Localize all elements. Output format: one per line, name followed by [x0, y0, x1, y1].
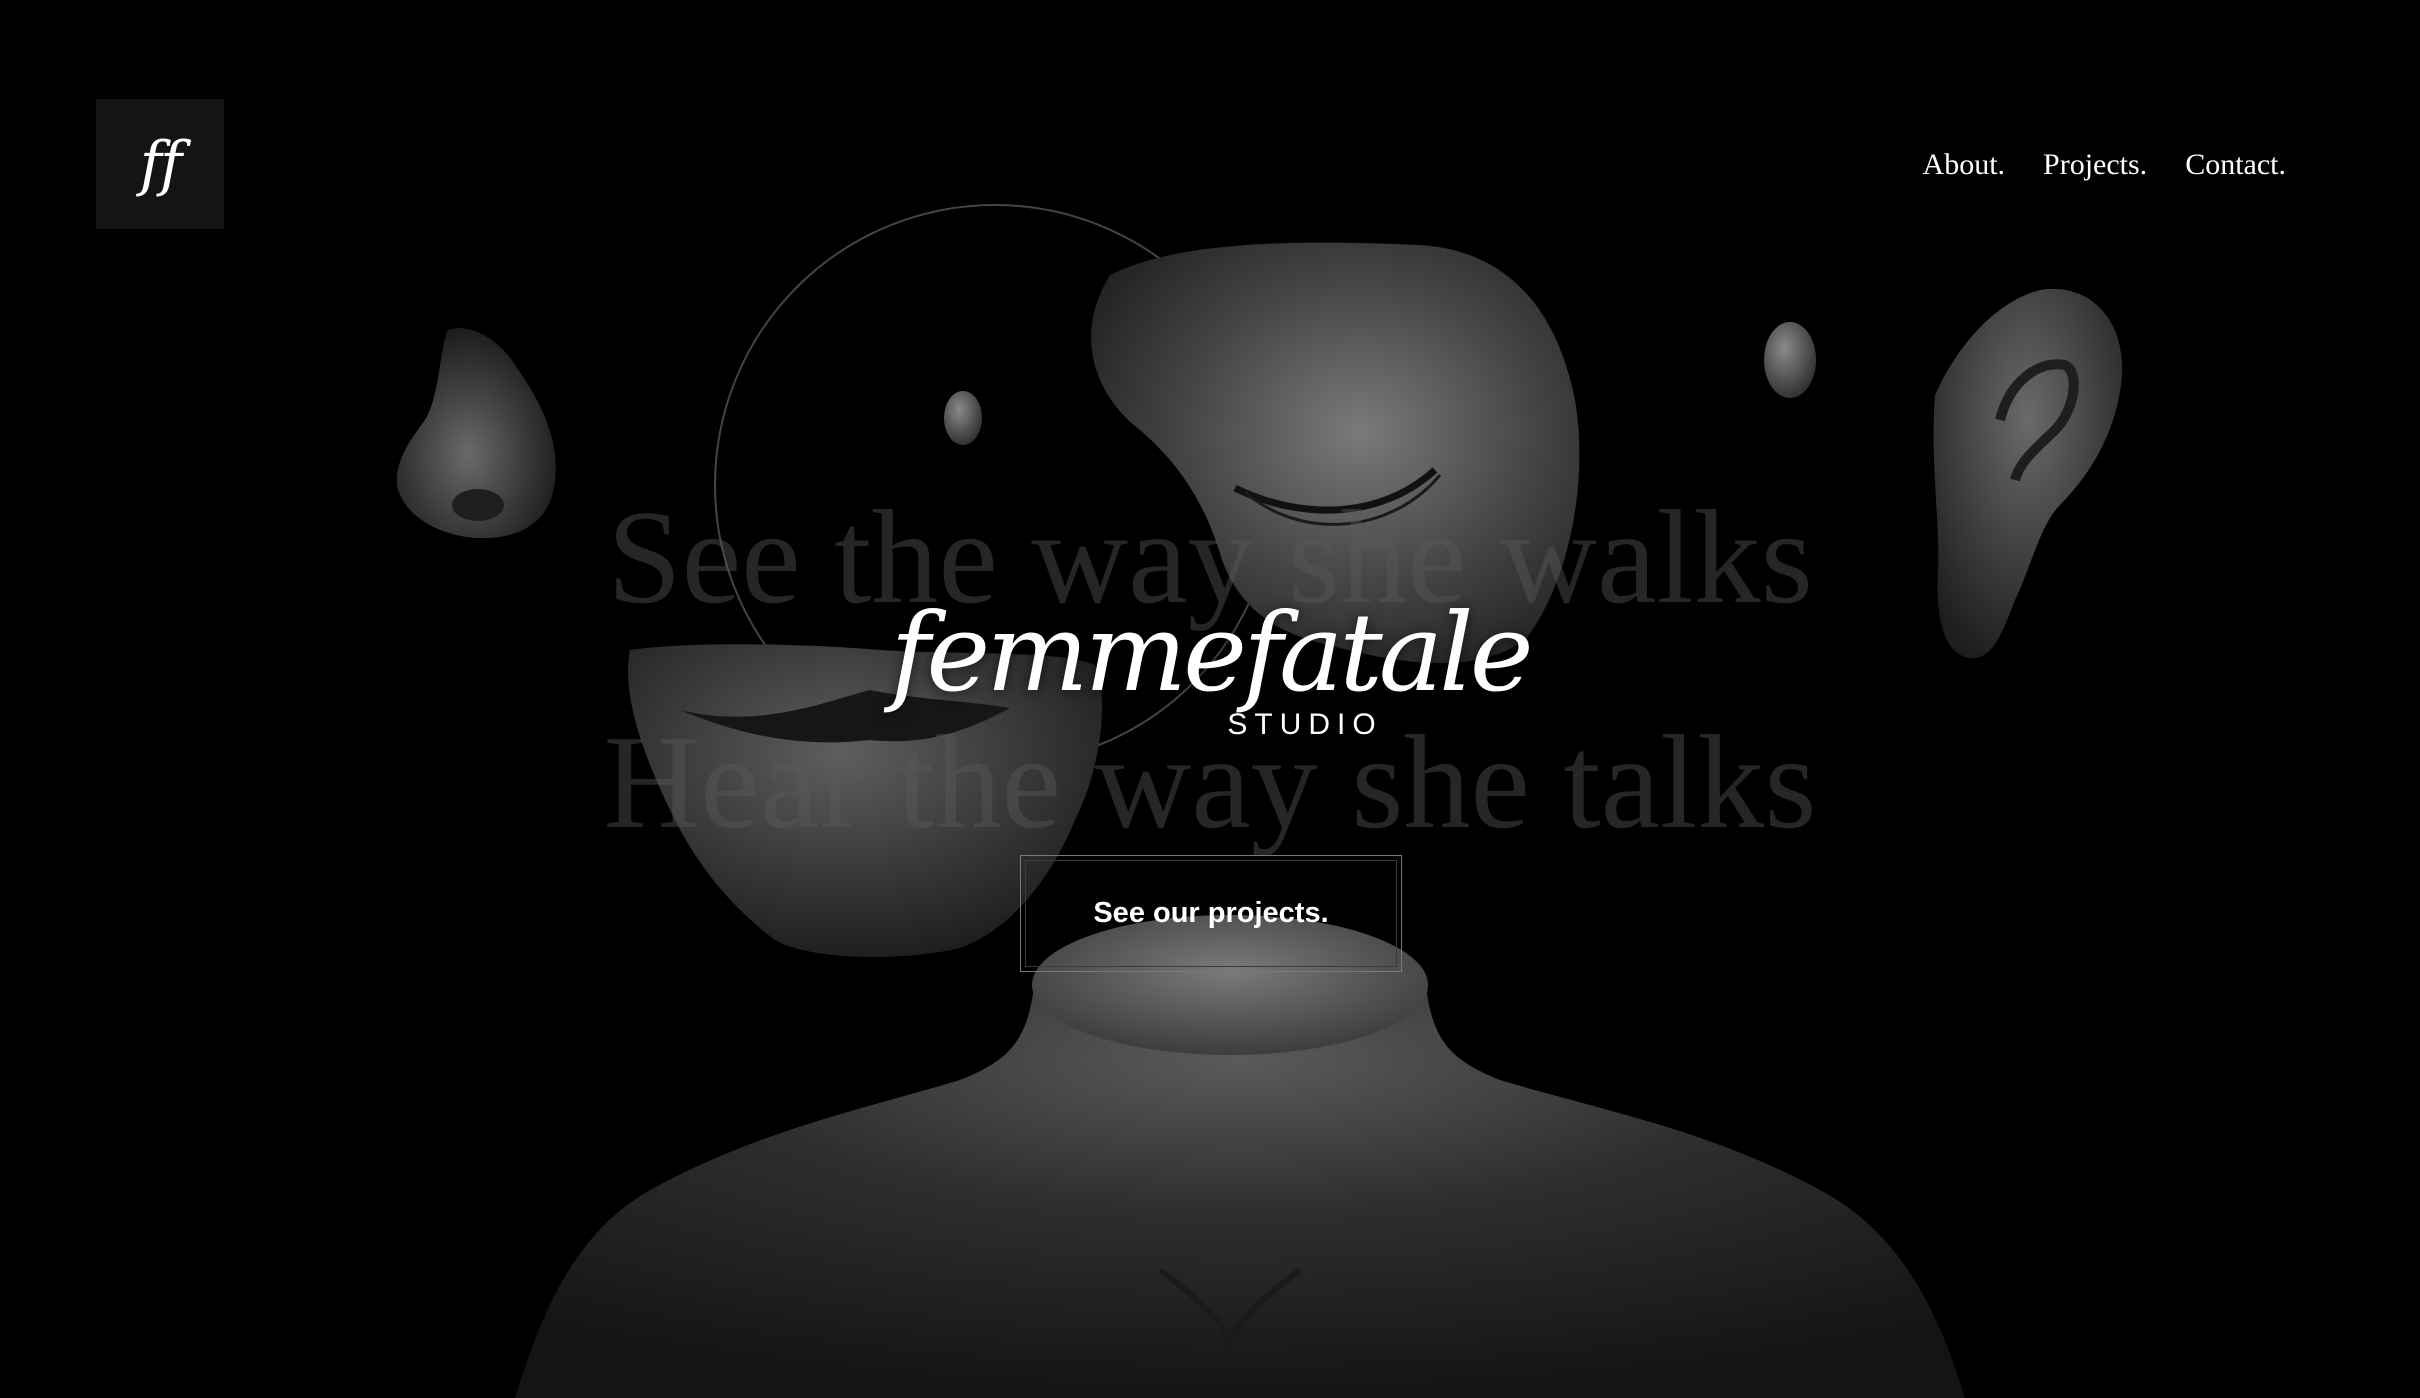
see-projects-button[interactable]: See our projects. — [1020, 855, 1402, 972]
nav-contact[interactable]: Contact. — [2185, 150, 2286, 180]
nav-projects[interactable]: Projects. — [2043, 150, 2147, 180]
logo-monogram: ff — [139, 129, 182, 199]
drop-sculpture — [1764, 322, 1816, 398]
nav-about[interactable]: About. — [1923, 150, 2006, 180]
hero-stage: ff About. Projects. Contact. See the way… — [0, 0, 2420, 1398]
logo[interactable]: ff — [96, 99, 224, 229]
torso-sculpture — [515, 915, 1965, 1398]
brand-name: femmefatale — [890, 591, 1533, 716]
drop-sculpture — [944, 391, 982, 445]
main-nav: About. Projects. Contact. — [1923, 150, 2286, 180]
brand-wordmark: femmefatale STUDIO — [0, 600, 2420, 740]
